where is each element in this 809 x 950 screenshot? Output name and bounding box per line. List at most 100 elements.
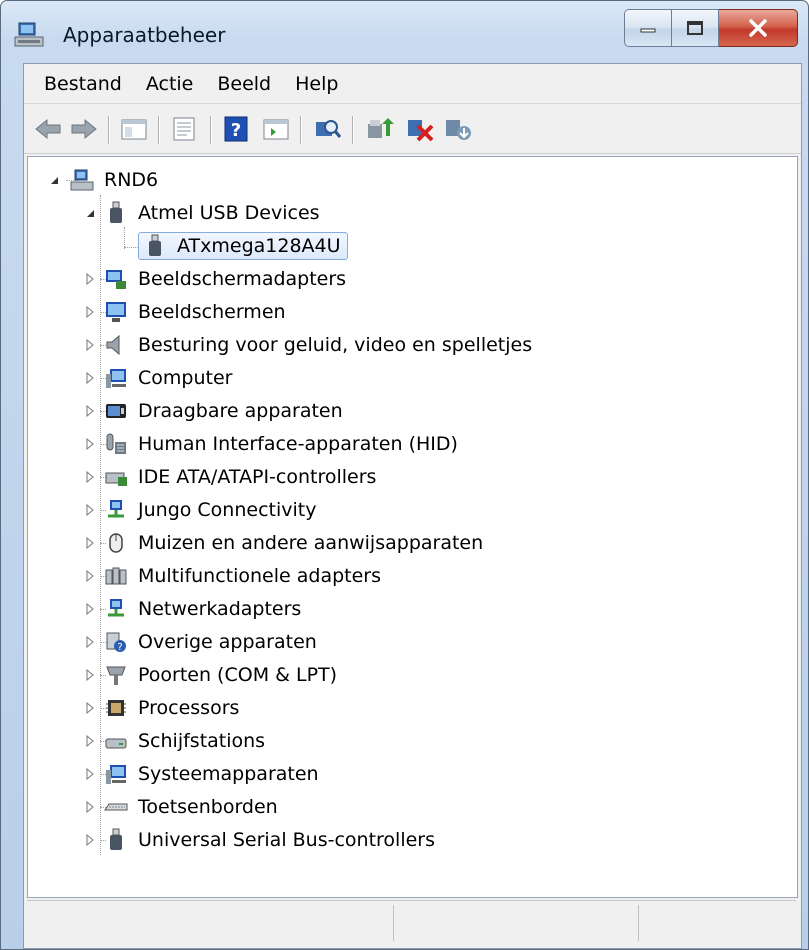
usb-device-icon: [149, 234, 161, 256]
category-overige-apparaten[interactable]: ? Overige apparaten: [84, 627, 317, 657]
expand-arrow-icon[interactable]: [84, 537, 96, 549]
properties-button[interactable]: [168, 113, 200, 145]
category-netwerkadapters[interactable]: Netwerkadapters: [84, 594, 301, 624]
collapse-arrow-icon[interactable]: [48, 174, 60, 186]
category-label: Besturing voor geluid, video en spelletj…: [138, 334, 533, 356]
status-bar: [27, 900, 796, 945]
category-label: Toetsenborden: [138, 796, 278, 818]
category-label: Universal Serial Bus-controllers: [138, 829, 436, 851]
expand-arrow-icon[interactable]: [84, 273, 96, 285]
properties-icon: [173, 117, 195, 141]
maximize-icon: [687, 21, 703, 35]
category-atmel-usb[interactable]: Atmel USB Devices: [84, 198, 320, 228]
category-human-interface-apparaten-hid[interactable]: Human Interface-apparaten (HID): [84, 429, 458, 459]
menu-bar: Bestand Actie Beeld Help: [24, 64, 801, 104]
expand-arrow-icon[interactable]: [84, 438, 96, 450]
help-button[interactable]: ?: [220, 113, 252, 145]
forward-arrow-icon: [71, 118, 97, 140]
minimize-button[interactable]: [624, 9, 671, 47]
back-arrow-icon: [35, 118, 61, 140]
expand-arrow-icon[interactable]: [84, 570, 96, 582]
expand-arrow-icon[interactable]: [84, 636, 96, 648]
scan-hardware-icon: [316, 120, 342, 138]
category-label: Schijfstations: [138, 730, 266, 752]
category-label: Netwerkadapters: [138, 598, 302, 620]
category-beeldschermen[interactable]: Beeldschermen: [84, 297, 286, 327]
category-label: IDE ATA/ATAPI-controllers: [138, 466, 377, 488]
category-muizen-en-andere-aanwijsapparaten[interactable]: Muizen en andere aanwijsapparaten: [84, 528, 483, 558]
uninstall-device-button[interactable]: [442, 113, 474, 145]
category-label: Poorten (COM & LPT): [138, 664, 338, 686]
disk-drive-icon: [105, 738, 127, 749]
expand-arrow-icon[interactable]: [84, 801, 96, 813]
update-driver-button[interactable]: [364, 113, 396, 145]
hid-icon: [106, 433, 126, 454]
toolbar: ?: [24, 105, 801, 154]
category-poorten-com-lpt[interactable]: Poorten (COM & LPT): [84, 660, 337, 690]
close-button[interactable]: [719, 9, 798, 47]
device-tree[interactable]: RND6 Atmel USB Devices ATxmega128A4U Bee…: [27, 156, 798, 898]
menu-actie[interactable]: Actie: [136, 73, 204, 95]
category-universal-serial-bus-controllers[interactable]: Universal Serial Bus-controllers: [84, 825, 435, 855]
help-icon: ?: [224, 116, 248, 142]
computer-root-icon: [70, 169, 94, 191]
menu-beeld[interactable]: Beeld: [207, 73, 281, 95]
category-processors[interactable]: Processors: [84, 693, 239, 723]
expand-arrow-icon[interactable]: [84, 471, 96, 483]
back-button[interactable]: [32, 113, 64, 145]
expand-arrow-icon[interactable]: [84, 669, 96, 681]
expand-arrow-icon[interactable]: [84, 372, 96, 384]
device-atxmega[interactable]: ATxmega128A4U: [138, 231, 348, 261]
show-hide-tree-button[interactable]: [118, 113, 150, 145]
usb-icon: [110, 828, 122, 850]
selection-highlight[interactable]: ATxmega128A4U: [138, 232, 348, 260]
disable-device-button[interactable]: [404, 113, 436, 145]
window-title: Apparaatbeheer: [63, 23, 226, 47]
usb-device-icon: [110, 201, 122, 223]
expand-arrow-icon[interactable]: [84, 306, 96, 318]
device-manager-window: Apparaatbeheer Bestand Actie Beeld Help: [0, 0, 809, 950]
category-schijfstations[interactable]: Schijfstations: [84, 726, 265, 756]
category-label: Overige apparaten: [138, 631, 317, 653]
title-bar[interactable]: Apparaatbeheer: [1, 1, 808, 63]
category-computer[interactable]: Computer: [84, 363, 232, 393]
ide-controller-icon: [105, 472, 127, 486]
scan-hardware-button[interactable]: [312, 113, 344, 145]
expand-arrow-icon[interactable]: [84, 405, 96, 417]
category-label: Processors: [138, 697, 240, 719]
status-pane-1: [27, 905, 394, 941]
uninstall-device-icon: [446, 120, 471, 140]
category-ide-ata-atapi-controllers[interactable]: IDE ATA/ATAPI-controllers: [84, 462, 376, 492]
expand-arrow-icon[interactable]: [84, 735, 96, 747]
processor-icon: [106, 700, 126, 716]
category-label: Multifunctionele adapters: [138, 565, 382, 587]
category-label: Atmel USB Devices: [138, 202, 320, 224]
category-systeemapparaten[interactable]: Systeemapparaten: [84, 759, 319, 789]
expand-arrow-icon[interactable]: [84, 504, 96, 516]
forward-button[interactable]: [68, 113, 100, 145]
maximize-button[interactable]: [671, 9, 719, 47]
category-jungo-connectivity[interactable]: Jungo Connectivity: [84, 495, 316, 525]
category-besturing-voor-geluid-video-en-spelletjes[interactable]: Besturing voor geluid, video en spelletj…: [84, 330, 532, 360]
menu-help[interactable]: Help: [285, 73, 348, 95]
action-pane-button[interactable]: [260, 113, 292, 145]
menu-bestand[interactable]: Bestand: [34, 73, 132, 95]
expand-arrow-icon[interactable]: [84, 339, 96, 351]
collapse-arrow-icon[interactable]: [84, 207, 96, 219]
root-label: RND6: [104, 169, 159, 191]
multifunction-adapter-icon: [105, 567, 127, 585]
expand-arrow-icon[interactable]: [84, 702, 96, 714]
device-manager-icon: [14, 22, 44, 47]
expand-arrow-icon[interactable]: [84, 834, 96, 846]
expand-arrow-icon[interactable]: [84, 768, 96, 780]
category-beeldschermadapters[interactable]: Beeldschermadapters: [84, 264, 346, 294]
tree-root[interactable]: RND6: [48, 165, 158, 195]
client-area: Bestand Actie Beeld Help ? RND6 Atmel US…: [23, 63, 802, 949]
category-label: Systeemapparaten: [138, 763, 319, 785]
category-multifunctionele-adapters[interactable]: Multifunctionele adapters: [84, 561, 381, 591]
system-device-icon: [106, 765, 126, 784]
expand-arrow-icon[interactable]: [84, 603, 96, 615]
category-draagbare-apparaten[interactable]: Draagbare apparaten: [84, 396, 343, 426]
close-icon: [749, 19, 767, 37]
category-toetsenborden[interactable]: Toetsenborden: [84, 792, 278, 822]
